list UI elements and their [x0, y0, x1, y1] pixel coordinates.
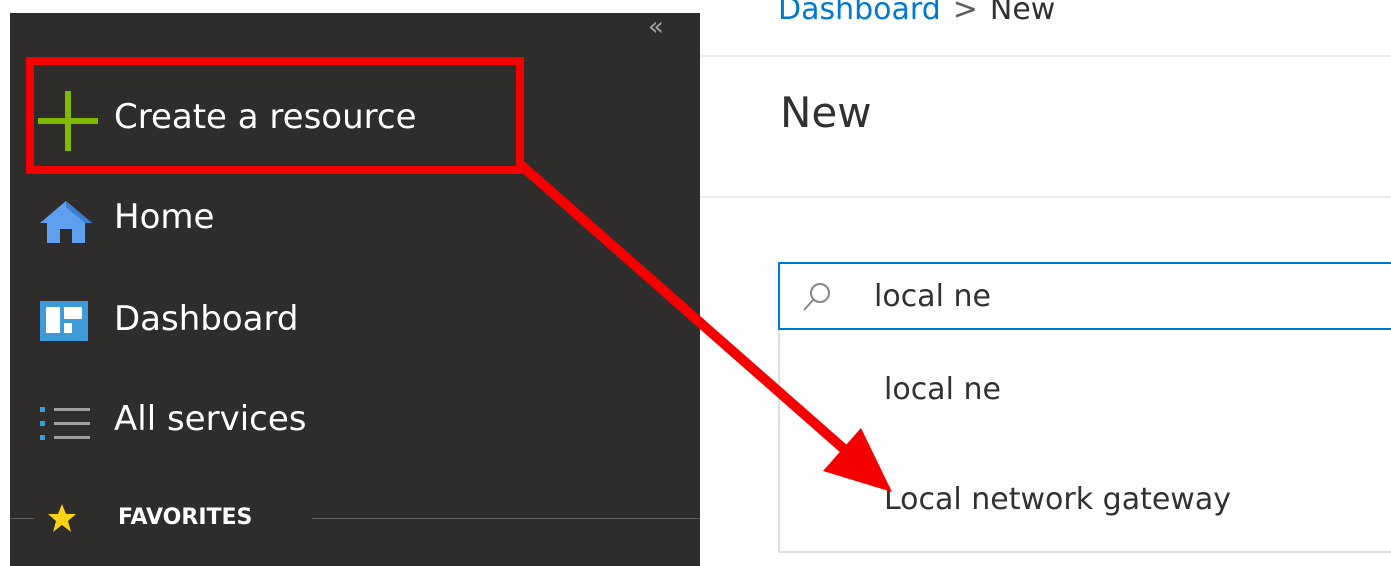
annotation-arrow: [517, 161, 892, 492]
